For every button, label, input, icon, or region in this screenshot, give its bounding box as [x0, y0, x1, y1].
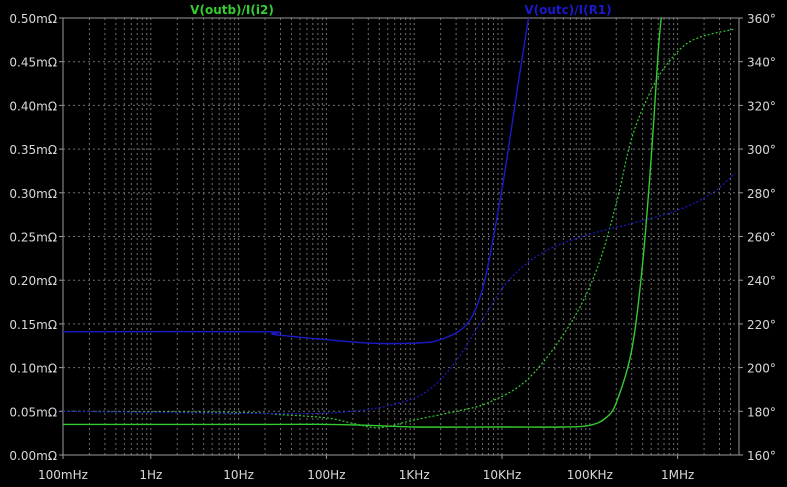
y-right-tick-label: 220°: [747, 318, 776, 332]
y-right-tick-label: 240°: [747, 274, 776, 288]
bode-plot: 100mHz 1Hz 10Hz 100Hz 1KHz 10KHz 100KHz 1MHz 0.…: [0, 0, 787, 487]
y-right-tick-label: 160°: [747, 449, 776, 463]
y-left-tick-label: 0.35mΩ: [9, 143, 57, 157]
y-left-tick-label: 0.45mΩ: [9, 56, 57, 70]
y-left-tick-label: 0.20mΩ: [9, 274, 57, 288]
y-right-tick-label: 320°: [747, 99, 776, 113]
x-tick-label: 100Hz: [307, 468, 345, 482]
y-left-tick-label: 0.30mΩ: [9, 187, 57, 201]
y-right-tick-label: 360°: [747, 12, 776, 26]
y-right-tick-label: 340°: [747, 56, 776, 70]
y-right-tick-label: 200°: [747, 362, 776, 376]
y-right-tick-label: 180°: [747, 405, 776, 419]
legend-outb[interactable]: V(outb)/I(i2): [190, 3, 274, 17]
x-tick-label: 10Hz: [223, 468, 254, 482]
y-left-tick-label: 0.40mΩ: [9, 99, 57, 113]
y-left-tick-label: 0.25mΩ: [9, 231, 57, 245]
y-left-tick-label: 0.50mΩ: [9, 12, 57, 26]
y-left-tick-label: 0.00mΩ: [9, 449, 57, 463]
y-right-tick-label: 280°: [747, 187, 776, 201]
x-tick-label: 10KHz: [483, 468, 521, 482]
y-right-tick-label: 260°: [747, 231, 776, 245]
x-tick-label: 1Hz: [139, 468, 162, 482]
y-left-tick-label: 0.10mΩ: [9, 362, 57, 376]
x-tick-label: 100KHz: [567, 468, 613, 482]
y-right-tick-label: 300°: [747, 143, 776, 157]
x-tick-label: 1KHz: [399, 468, 430, 482]
x-tick-label: 1MHz: [661, 468, 694, 482]
legend-outc[interactable]: V(outc)/I(R1): [524, 3, 611, 17]
x-tick-label: 100mHz: [38, 468, 88, 482]
y-left-tick-label: 0.15mΩ: [9, 318, 57, 332]
y-left-tick-label: 0.05mΩ: [9, 405, 57, 419]
